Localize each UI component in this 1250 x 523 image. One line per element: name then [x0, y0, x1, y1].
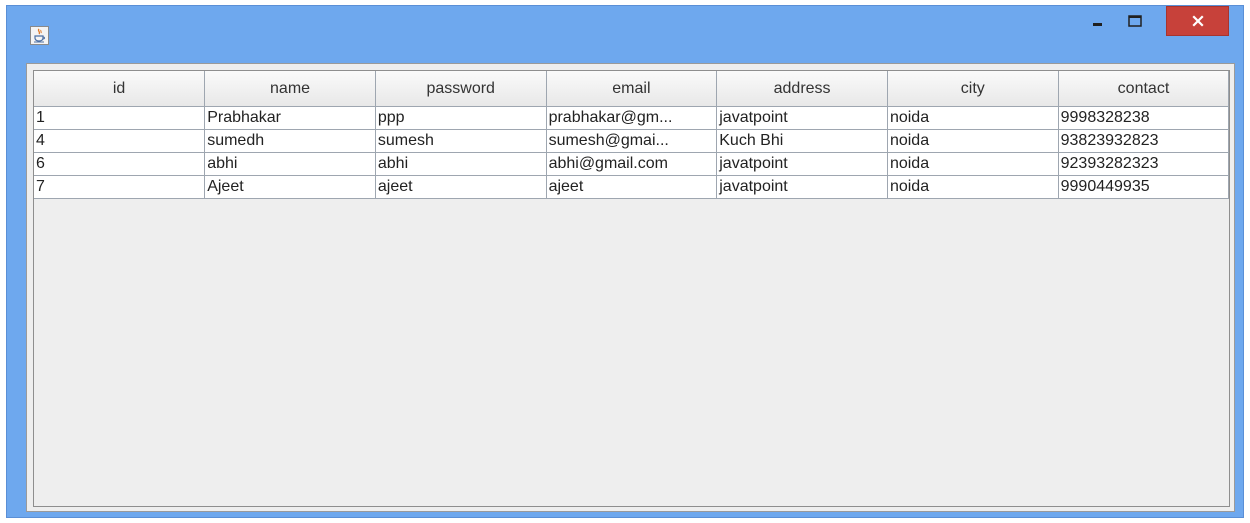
cell-password[interactable]: sumesh: [374, 129, 547, 153]
java-coffee-cup-icon[interactable]: [30, 26, 49, 45]
column-header-city[interactable]: city: [886, 71, 1059, 107]
table-row[interactable]: 7 Ajeet ajeet ajeet javatpoint noida 999…: [34, 175, 1230, 199]
cell-contact[interactable]: 9990449935: [1057, 175, 1230, 199]
column-header-email[interactable]: email: [545, 71, 718, 107]
cell-city[interactable]: noida: [886, 129, 1059, 153]
cell-name[interactable]: Ajeet: [204, 175, 376, 199]
app-window: id name password email address city cont…: [6, 5, 1244, 518]
minimize-icon: [1093, 23, 1102, 26]
maximize-icon: [1128, 15, 1142, 27]
cell-password[interactable]: abhi: [374, 152, 547, 176]
column-header-contact[interactable]: contact: [1057, 71, 1230, 107]
cell-password[interactable]: ppp: [374, 106, 547, 130]
cell-address[interactable]: javatpoint: [716, 106, 888, 130]
cell-city[interactable]: noida: [886, 152, 1059, 176]
content-pane: id name password email address city cont…: [26, 63, 1235, 512]
cell-id[interactable]: 7: [34, 175, 206, 199]
cell-email[interactable]: sumesh@gmai...: [545, 129, 718, 153]
cell-address[interactable]: Kuch Bhi: [716, 129, 888, 153]
column-header-address[interactable]: address: [716, 71, 888, 107]
cell-name[interactable]: sumedh: [204, 129, 376, 153]
table-row[interactable]: 4 sumedh sumesh sumesh@gmai... Kuch Bhi …: [34, 129, 1230, 153]
column-header-name[interactable]: name: [204, 71, 376, 107]
cell-contact[interactable]: 93823932823: [1057, 129, 1230, 153]
cell-address[interactable]: javatpoint: [716, 152, 888, 176]
table-row[interactable]: 6 abhi abhi abhi@gmail.com javatpoint no…: [34, 152, 1230, 176]
cell-email[interactable]: ajeet: [545, 175, 718, 199]
title-bar[interactable]: [7, 6, 1243, 58]
cell-id[interactable]: 6: [34, 152, 206, 176]
cell-password[interactable]: ajeet: [374, 175, 547, 199]
cell-id[interactable]: 1: [34, 106, 206, 130]
cell-email[interactable]: abhi@gmail.com: [545, 152, 718, 176]
cell-name[interactable]: abhi: [204, 152, 376, 176]
table-scroll-pane[interactable]: id name password email address city cont…: [33, 70, 1230, 507]
cell-contact[interactable]: 9998328238: [1057, 106, 1230, 130]
data-table[interactable]: id name password email address city cont…: [34, 71, 1230, 199]
cell-name[interactable]: Prabhakar: [204, 106, 376, 130]
cell-city[interactable]: noida: [886, 106, 1059, 130]
column-header-id[interactable]: id: [34, 71, 206, 107]
maximize-button[interactable]: [1121, 6, 1149, 36]
cell-city[interactable]: noida: [886, 175, 1059, 199]
cell-id[interactable]: 4: [34, 129, 206, 153]
table-header-row: id name password email address city cont…: [34, 71, 1230, 107]
close-icon: [1191, 15, 1204, 27]
cell-email[interactable]: prabhakar@gm...: [545, 106, 718, 130]
minimize-button[interactable]: [1084, 6, 1112, 36]
column-header-password[interactable]: password: [374, 71, 547, 107]
cell-contact[interactable]: 92393282323: [1057, 152, 1230, 176]
cell-address[interactable]: javatpoint: [716, 175, 888, 199]
table-row[interactable]: 1 Prabhakar ppp prabhakar@gm... javatpoi…: [34, 106, 1230, 130]
close-button[interactable]: [1166, 6, 1229, 36]
